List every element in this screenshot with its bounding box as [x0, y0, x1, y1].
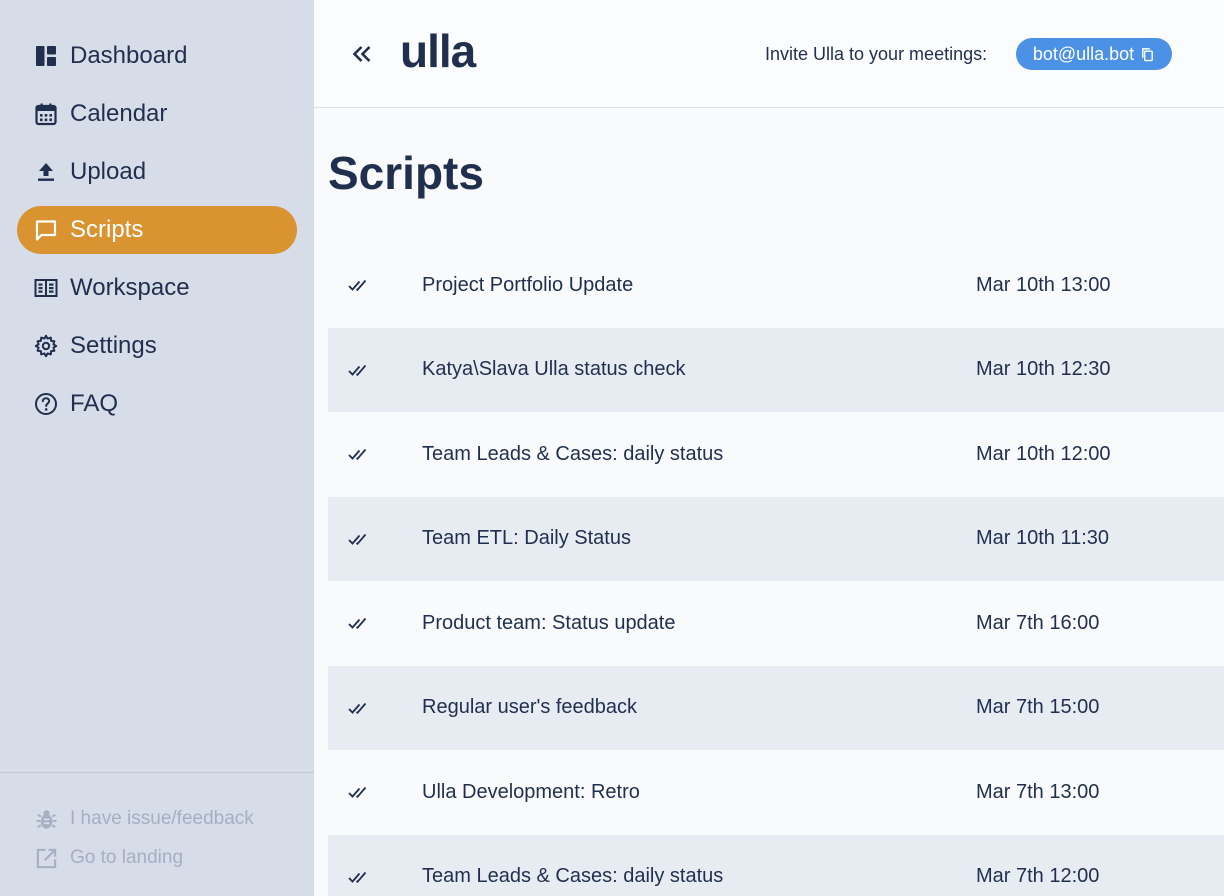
script-title: Product team: Status update — [422, 611, 676, 634]
sidebar-item-faq[interactable]: FAQ — [17, 380, 297, 428]
sidebar-item-label: Dashboard — [70, 42, 188, 69]
script-title: Team Leads & Cases: daily status — [422, 442, 724, 465]
sidebar-item-scripts[interactable]: Scripts — [17, 206, 297, 254]
sidebar-item-label: Workspace — [70, 274, 190, 301]
sidebar-item-label: Settings — [70, 332, 157, 359]
table-row[interactable]: Ulla Development: Retro Mar 7th 13:00 — [328, 750, 1224, 835]
double-check-icon — [348, 449, 367, 461]
workspace-icon — [34, 276, 58, 300]
sidebar-item-dashboard[interactable]: Dashboard — [17, 32, 297, 80]
script-title: Project Portfolio Update — [422, 273, 634, 296]
double-check-icon — [348, 787, 367, 799]
scripts-list: Project Portfolio Update Mar 10th 13:00 … — [328, 243, 1224, 896]
double-check-icon — [348, 533, 367, 545]
table-row[interactable]: Project Portfolio Update Mar 10th 13:00 — [328, 243, 1224, 328]
invite-label: Invite Ulla to your meetings: — [765, 44, 988, 64]
sidebar-nav: Dashboard Calendar Upload Scripts Worksp… — [17, 32, 297, 438]
bot-email: bot@ulla.bot — [1032, 43, 1135, 64]
sidebar-item-label: Upload — [70, 158, 147, 185]
script-time: Mar 10th 13:00 — [976, 273, 1111, 296]
landing-label: Go to landing — [70, 847, 184, 868]
sidebar-item-workspace[interactable]: Workspace — [17, 264, 297, 312]
collapse-sidebar-button[interactable] — [348, 38, 376, 70]
dashboard-icon — [34, 44, 58, 68]
chat-icon — [34, 218, 58, 242]
script-title: Team ETL: Daily Status — [422, 527, 631, 550]
double-check-icon — [348, 280, 367, 292]
sidebar-footer: I have issue/feedback Go to landing — [0, 772, 314, 896]
sidebar-item-calendar[interactable]: Calendar — [17, 90, 297, 138]
script-title: Regular user's feedback — [422, 696, 638, 719]
external-link-icon — [34, 846, 58, 870]
feedback-link[interactable]: I have issue/feedback — [34, 807, 254, 831]
table-row[interactable]: Team ETL: Daily Status Mar 10th 11:30 — [328, 496, 1224, 581]
app-logo: ulla — [400, 25, 476, 77]
copy-email-button[interactable]: bot@ulla.bot — [1016, 38, 1172, 70]
sidebar-item-label: Scripts — [70, 216, 144, 243]
calendar-icon — [34, 102, 58, 126]
script-time: Mar 7th 15:00 — [976, 696, 1100, 719]
sidebar-item-label: Calendar — [70, 100, 168, 127]
table-row[interactable]: Regular user's feedback Mar 7th 15:00 — [328, 665, 1224, 750]
sidebar-item-label: FAQ — [70, 390, 119, 417]
copy-icon — [1142, 47, 1154, 61]
table-row[interactable]: Team Leads & Cases: daily status Mar 7th… — [328, 834, 1224, 896]
double-check-icon — [348, 702, 367, 714]
feedback-label: I have issue/feedback — [70, 808, 254, 829]
page-title: Scripts — [328, 147, 484, 199]
sidebar-item-settings[interactable]: Settings — [17, 322, 297, 370]
script-time: Mar 7th 13:00 — [976, 780, 1100, 803]
bug-icon — [34, 807, 58, 831]
script-time: Mar 7th 16:00 — [976, 611, 1100, 634]
double-check-icon — [348, 364, 367, 376]
gear-icon — [34, 334, 58, 358]
table-row[interactable]: Product team: Status update Mar 7th 16:0… — [328, 581, 1224, 666]
double-check-icon — [348, 618, 367, 630]
app-root: Dashboard Calendar Upload Scripts Worksp… — [0, 0, 1224, 896]
top-header: ulla Invite Ulla to your meetings: bot@u… — [314, 0, 1224, 108]
double-chevron-left-icon — [352, 46, 371, 62]
table-row[interactable]: Katya\Slava Ulla status check Mar 10th 1… — [328, 327, 1224, 412]
script-time: Mar 10th 12:00 — [976, 442, 1111, 465]
upload-icon — [34, 160, 58, 184]
landing-link[interactable]: Go to landing — [34, 846, 183, 870]
double-check-icon — [348, 871, 367, 883]
sidebar-item-upload[interactable]: Upload — [17, 148, 297, 196]
table-row[interactable]: Team Leads & Cases: daily status Mar 10t… — [328, 412, 1224, 497]
script-time: Mar 10th 12:30 — [976, 358, 1111, 381]
script-title: Katya\Slava Ulla status check — [422, 358, 686, 381]
help-icon — [34, 392, 58, 416]
script-time: Mar 10th 11:30 — [976, 527, 1110, 550]
script-time: Mar 7th 12:00 — [976, 865, 1100, 888]
script-title: Team Leads & Cases: daily status — [422, 865, 724, 888]
sidebar: Dashboard Calendar Upload Scripts Worksp… — [0, 0, 314, 896]
script-title: Ulla Development: Retro — [422, 780, 640, 803]
